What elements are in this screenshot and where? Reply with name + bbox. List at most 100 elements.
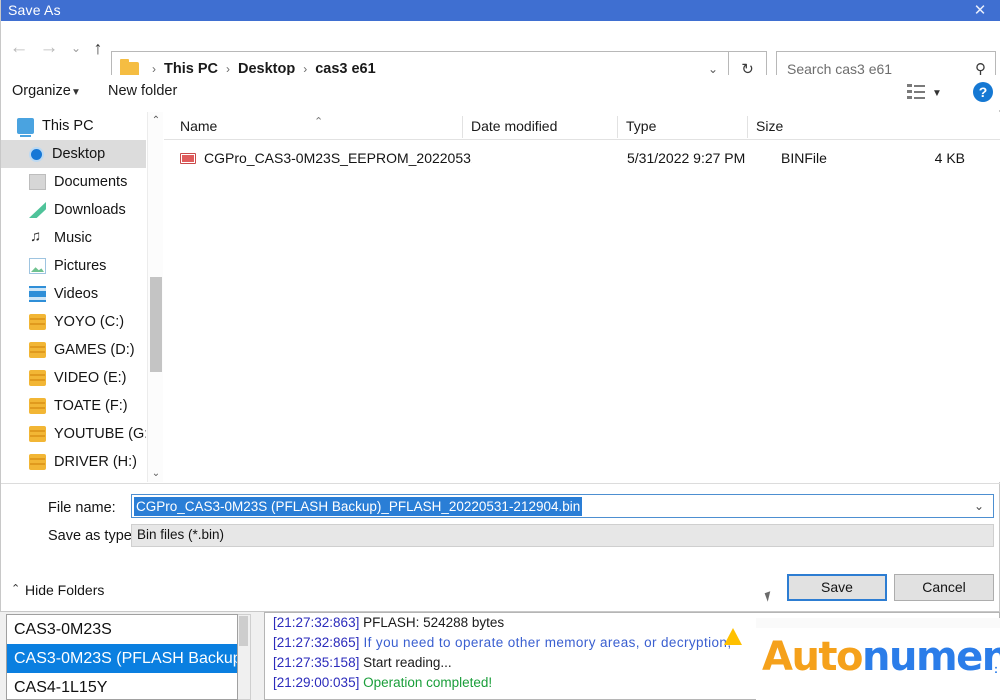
sidebar-item-label: Desktop bbox=[52, 146, 105, 162]
file-name: CGPro_CAS3-0M23S_EEPROM_20220531-... bbox=[204, 150, 472, 166]
breadcrumb-separator: › bbox=[145, 62, 163, 76]
log-message: Operation completed! bbox=[359, 675, 492, 690]
forward-icon[interactable]: → bbox=[37, 36, 61, 60]
list-item[interactable]: CAS4-1L15Y bbox=[7, 673, 237, 700]
sidebar-item-label: GAMES (D:) bbox=[54, 342, 135, 358]
drive-icon bbox=[29, 342, 46, 358]
dialog-title: Save As bbox=[8, 2, 61, 18]
cancel-button[interactable]: Cancel bbox=[894, 574, 994, 601]
sidebar-item-videos[interactable]: Videos bbox=[1, 280, 146, 308]
file-date-modified: 5/31/2022 9:27 PM bbox=[627, 150, 745, 166]
chevron-down-icon[interactable]: ⌄ bbox=[974, 499, 984, 513]
breadcrumb-separator: › bbox=[219, 62, 237, 76]
sidebar-item-toate-f[interactable]: TOATE (F:) bbox=[1, 392, 146, 420]
save-as-type-select[interactable]: Bin files (*.bin) bbox=[131, 524, 994, 547]
command-toolbar: Organize ▼ New folder ▼ bbox=[1, 75, 1000, 110]
navigation-pane-scrollbar[interactable]: ⌃ ⌄ bbox=[147, 112, 163, 482]
scrollbar-thumb[interactable] bbox=[239, 616, 248, 646]
chevron-down-icon[interactable]: ▼ bbox=[932, 88, 942, 99]
sidebar-item-yoyo-c[interactable]: YOYO (C:) bbox=[1, 308, 146, 336]
watermark: Autonumen : bbox=[756, 618, 1000, 700]
save-as-dialog: Save As ✕ ← → ⌄ ↑ › This PC › Desktop › … bbox=[0, 0, 1000, 612]
file-list-header: Name ⌃ Date modified Type Size bbox=[164, 112, 1000, 140]
drive-icon bbox=[29, 398, 46, 414]
watermark-topbar bbox=[756, 618, 1000, 628]
chevron-down-icon[interactable]: ▼ bbox=[71, 87, 81, 98]
navigation-bar: ← → ⌄ ↑ › This PC › Desktop › cas3 e61 ⌄… bbox=[1, 21, 1000, 75]
downloads-icon bbox=[29, 202, 46, 218]
column-header-date-label: Date modified bbox=[471, 118, 557, 134]
help-icon[interactable]: ? bbox=[973, 82, 993, 102]
column-header-name-label: Name bbox=[180, 118, 217, 134]
save-as-type-value: Bin files (*.bin) bbox=[137, 527, 224, 542]
close-icon[interactable]: ✕ bbox=[959, 0, 1000, 21]
list-item[interactable]: CAS3-0M23S (PFLASH Backup) bbox=[7, 644, 237, 673]
file-size: 4 KB bbox=[805, 150, 965, 166]
videos-icon bbox=[29, 286, 46, 302]
sidebar-item-games-d[interactable]: GAMES (D:) bbox=[1, 336, 146, 364]
watermark-dots: : bbox=[994, 662, 998, 676]
drive-icon bbox=[29, 370, 46, 386]
navigation-pane: This PC Desktop Documents Downloads Music Pic… bbox=[1, 112, 146, 482]
sidebar-item-label: This PC bbox=[42, 118, 94, 134]
file-name-value: CGPro_CAS3-0M23S (PFLASH Backup)_PFLASH_… bbox=[134, 497, 582, 516]
chevron-up-icon[interactable]: ⌃ bbox=[11, 582, 20, 595]
up-icon[interactable]: ↑ bbox=[86, 36, 110, 60]
sidebar-item-youtube-g[interactable]: YOUTUBE (G:) bbox=[1, 420, 146, 448]
watermark-part-1: Auto bbox=[762, 634, 862, 680]
scroll-up-icon[interactable]: ⌃ bbox=[148, 112, 164, 129]
pictures-icon bbox=[29, 258, 46, 274]
view-layout-icon[interactable] bbox=[907, 84, 925, 100]
column-header-name[interactable]: Name ⌃ bbox=[164, 116, 462, 138]
sidebar-item-music[interactable]: Music bbox=[1, 224, 146, 252]
hide-folders-button[interactable]: Hide Folders bbox=[25, 582, 104, 598]
warning-triangle-icon bbox=[724, 628, 742, 645]
sidebar-item-label: Documents bbox=[54, 174, 127, 190]
sidebar-item-label: TOATE (F:) bbox=[54, 398, 128, 414]
log-timestamp: [21:27:32:865] bbox=[273, 635, 359, 650]
log-timestamp: [21:27:32:863] bbox=[273, 615, 359, 630]
organize-button[interactable]: Organize bbox=[12, 83, 71, 99]
scroll-down-icon[interactable]: ⌄ bbox=[148, 465, 164, 482]
list-item[interactable]: CAS3-0M23S bbox=[7, 615, 237, 644]
documents-icon bbox=[29, 174, 46, 190]
column-header-type-label: Type bbox=[626, 118, 656, 134]
breadcrumb-separator: › bbox=[296, 62, 314, 76]
file-list: Name ⌃ Date modified Type Size CGPro_CAS… bbox=[164, 112, 1000, 482]
module-list[interactable]: CAS3-0M23SCAS3-0M23S (PFLASH Backup)CAS4… bbox=[6, 614, 238, 700]
column-header-type[interactable]: Type bbox=[617, 116, 747, 138]
new-folder-button[interactable]: New folder bbox=[108, 83, 177, 99]
sidebar-item-downloads[interactable]: Downloads bbox=[1, 196, 146, 224]
sidebar-item-video-e[interactable]: VIDEO (E:) bbox=[1, 364, 146, 392]
save-as-type-label: Save as type: bbox=[48, 528, 136, 544]
sidebar-item-label: VIDEO (E:) bbox=[54, 370, 127, 386]
watermark-part-2: numen bbox=[862, 634, 1000, 680]
column-header-size[interactable]: Size bbox=[747, 116, 847, 138]
back-icon[interactable]: ← bbox=[7, 36, 31, 60]
save-button[interactable]: Save bbox=[787, 574, 887, 601]
table-row[interactable]: CGPro_CAS3-0M23S_EEPROM_20220531-... 5/3… bbox=[164, 145, 1000, 171]
sidebar-item-documents[interactable]: Documents bbox=[1, 168, 146, 196]
column-header-date-modified[interactable]: Date modified bbox=[462, 116, 617, 138]
log-message: If you need to operate other memory area… bbox=[359, 635, 731, 650]
bin-file-icon bbox=[180, 153, 196, 164]
log-timestamp: [21:27:35:158] bbox=[273, 655, 359, 670]
column-header-size-label: Size bbox=[756, 118, 783, 134]
sidebar-item-pictures[interactable]: Pictures bbox=[1, 252, 146, 280]
chevron-down-icon[interactable]: ⌄ bbox=[708, 62, 718, 76]
sidebar-item-desktop[interactable]: Desktop bbox=[1, 140, 146, 168]
sidebar-item-driver-h[interactable]: DRIVER (H:) bbox=[1, 448, 146, 476]
sidebar-item-this-pc[interactable]: This PC bbox=[1, 112, 146, 140]
scrollbar-thumb[interactable] bbox=[150, 277, 162, 372]
dialog-titlebar[interactable]: Save As ✕ bbox=[1, 0, 1000, 21]
sidebar-item-label: YOUTUBE (G:) bbox=[54, 426, 146, 442]
recent-locations-icon[interactable]: ⌄ bbox=[64, 36, 88, 60]
music-icon bbox=[29, 230, 46, 246]
log-timestamp: [21:29:00:035] bbox=[273, 675, 359, 690]
pc-icon bbox=[17, 118, 34, 134]
sidebar-item-label: Videos bbox=[54, 286, 98, 302]
sidebar-item-label: Music bbox=[54, 230, 92, 246]
module-list-scrollbar[interactable] bbox=[238, 614, 251, 700]
file-name-input[interactable]: CGPro_CAS3-0M23S (PFLASH Backup)_PFLASH_… bbox=[131, 494, 994, 518]
drive-icon bbox=[29, 426, 46, 442]
